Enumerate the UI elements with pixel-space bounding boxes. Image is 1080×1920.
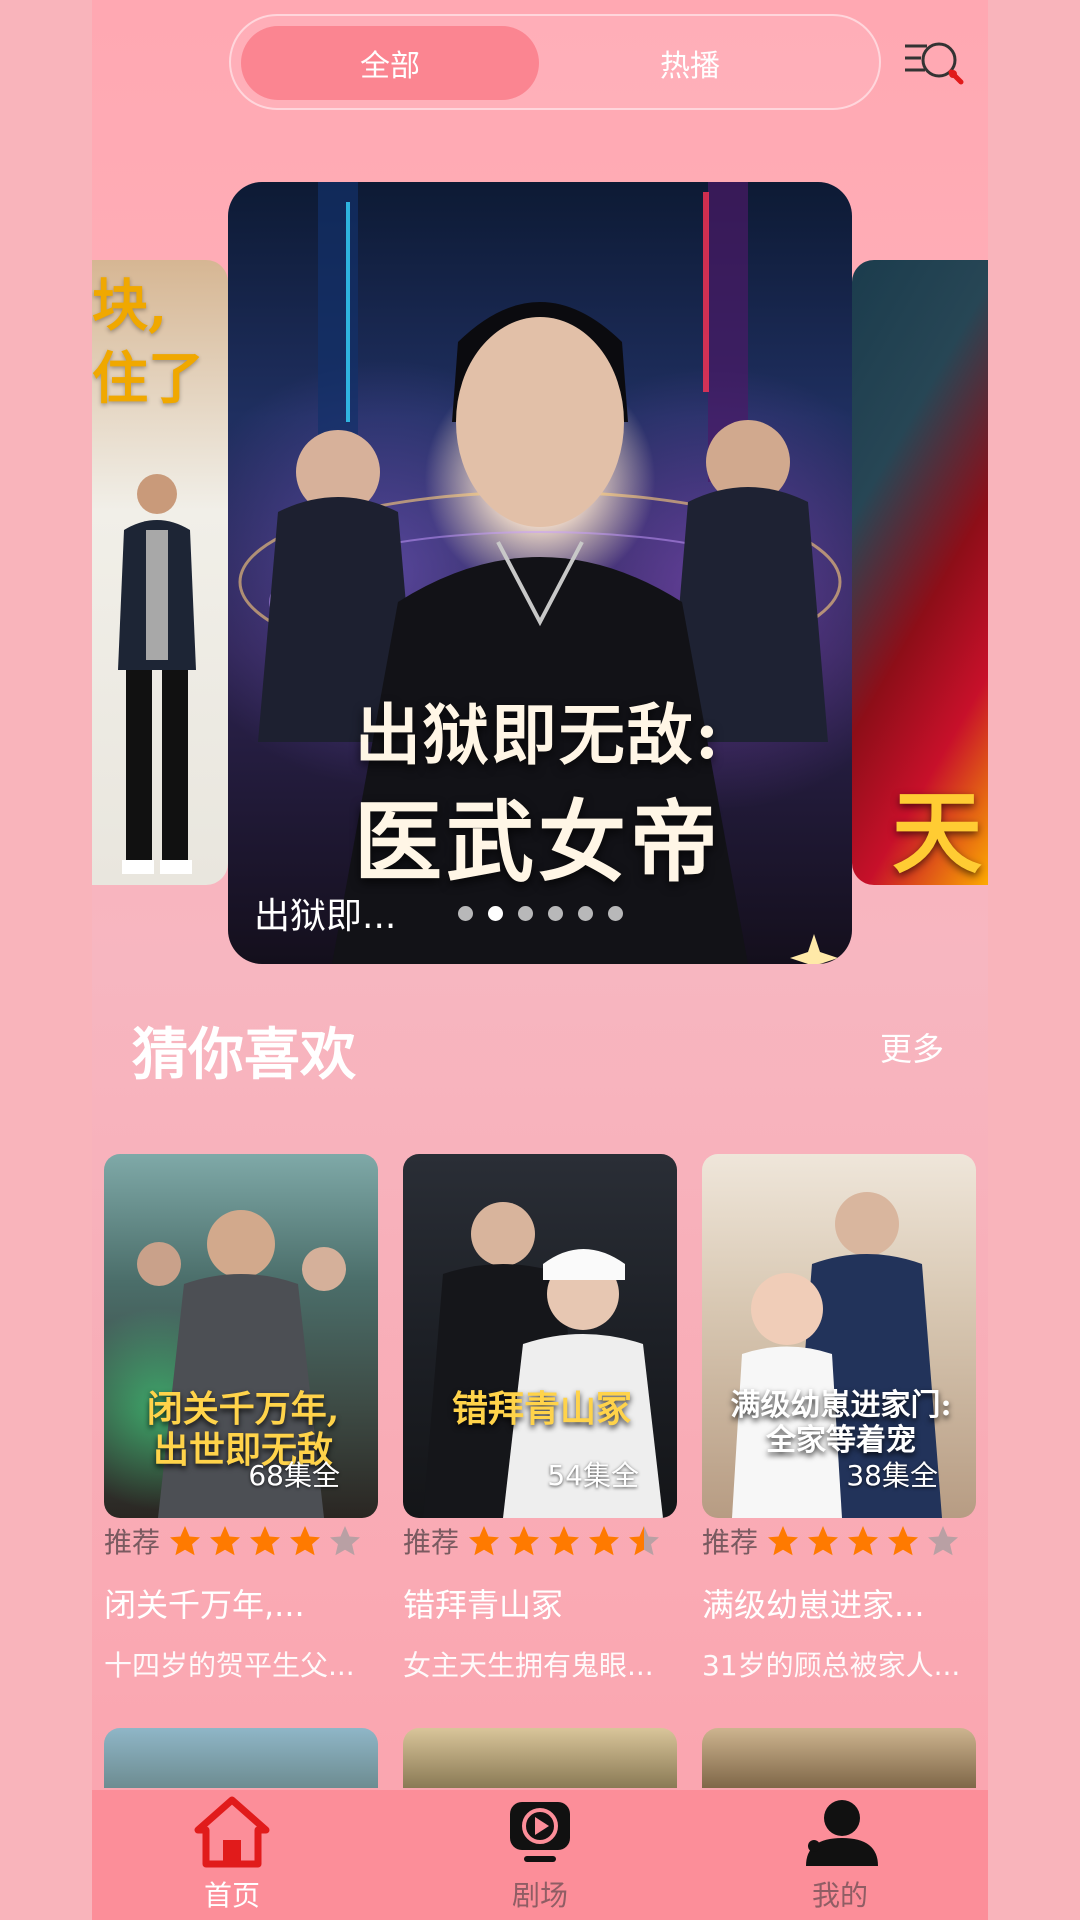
- home-icon: [194, 1796, 270, 1868]
- carousel-main-card[interactable]: 出狱即无敌: 医武女帝 出狱即...: [228, 182, 852, 964]
- carousel-dot-active[interactable]: [488, 906, 503, 921]
- drama-description: 女主天生拥有鬼眼...: [403, 1649, 654, 1682]
- drama-card-partial[interactable]: [403, 1728, 677, 1788]
- nav-item-home[interactable]: 首页: [132, 1790, 332, 1920]
- nav-label: 我的: [811, 1879, 868, 1912]
- tab-all[interactable]: 全部: [241, 26, 539, 100]
- user-icon: [806, 1800, 878, 1866]
- carousel-indicator: [458, 906, 623, 921]
- star-icon: [888, 1526, 919, 1556]
- star-icon: [170, 1526, 201, 1556]
- episode-count: 38集全: [846, 1459, 938, 1492]
- nav-item-profile[interactable]: 我的: [740, 1790, 940, 1920]
- carousel-dot[interactable]: [548, 906, 563, 921]
- recommend-label: 推荐: [104, 1526, 161, 1559]
- drama-card[interactable]: 满级幼崽进家门: 全家等着宠 38集全 推荐 满级幼崽进家... 31岁的顾总被…: [702, 1154, 976, 1684]
- left-margin: [0, 0, 92, 1920]
- carousel-dot[interactable]: [608, 906, 623, 921]
- app-screen: 全部 热播 块, 住了 天 出狱即无敌: 医武女帝 出狱即... 猜你喜欢 更多…: [92, 0, 988, 1920]
- carousel-caption: 出狱即...: [254, 896, 397, 937]
- tab-hot[interactable]: 热播: [541, 26, 839, 100]
- star-icon: [549, 1526, 580, 1556]
- star-icon: [808, 1526, 839, 1556]
- star-icon: [290, 1526, 321, 1556]
- episode-count: 54集全: [547, 1459, 639, 1492]
- hero-title: 出狱即无敌: 医武女帝: [353, 696, 722, 894]
- rating-row: 推荐: [403, 1522, 677, 1560]
- star-icon: [469, 1526, 500, 1556]
- right-margin: [988, 0, 1080, 1920]
- prev-card-title: 块, 住了: [92, 273, 204, 412]
- poster-title: 错拜青山冢: [451, 1388, 632, 1430]
- drama-poster[interactable]: 闭关千万年, 出世即无敌 68集全: [104, 1154, 378, 1518]
- drama-card[interactable]: 错拜青山冢 54集全 推荐 错拜青山冢 女主天生拥有鬼眼...: [403, 1154, 677, 1684]
- next-card-title: 天: [892, 780, 982, 885]
- star-half-icon: [629, 1526, 660, 1556]
- star-icon: [509, 1526, 540, 1556]
- search-list-icon[interactable]: [903, 36, 967, 92]
- drama-card-partial[interactable]: [702, 1728, 976, 1788]
- carousel-dot[interactable]: [518, 906, 533, 921]
- star-empty-icon: [330, 1526, 361, 1556]
- carousel-dot[interactable]: [578, 906, 593, 921]
- more-link[interactable]: 更多: [880, 1024, 944, 1070]
- drama-poster[interactable]: 满级幼崽进家门: 全家等着宠 38集全: [702, 1154, 976, 1518]
- bottom-navigation: 首页 剧场 我的: [92, 1790, 988, 1920]
- play-icon: [510, 1802, 570, 1862]
- episode-count: 68集全: [248, 1459, 340, 1492]
- category-tabbar: 全部 热播: [229, 14, 881, 110]
- drama-title[interactable]: 闭关千万年,...: [104, 1580, 378, 1626]
- recommend-label: 推荐: [403, 1526, 460, 1559]
- poster-title: 满级幼崽进家门: 全家等着宠: [730, 1388, 952, 1458]
- drama-title[interactable]: 错拜青山冢: [403, 1580, 677, 1626]
- recommend-label: 推荐: [702, 1526, 759, 1559]
- drama-poster[interactable]: 错拜青山冢 54集全: [403, 1154, 677, 1518]
- drama-title[interactable]: 满级幼崽进家...: [702, 1580, 976, 1626]
- carousel-next-card[interactable]: 天: [852, 260, 988, 885]
- star-icon: [848, 1526, 879, 1556]
- drama-card[interactable]: 闭关千万年, 出世即无敌 68集全 推荐 闭关千万年,... 十四岁的贺平生父.…: [104, 1154, 378, 1684]
- star-icon: [210, 1526, 241, 1556]
- nav-label: 剧场: [511, 1879, 568, 1912]
- section-title: 猜你喜欢: [132, 1023, 356, 1088]
- rating-row: 推荐: [702, 1522, 976, 1560]
- nav-item-theater[interactable]: 剧场: [440, 1790, 640, 1920]
- drama-card-partial[interactable]: [104, 1728, 378, 1788]
- star-icon: [768, 1526, 799, 1556]
- carousel-prev-card[interactable]: 块, 住了: [92, 260, 228, 885]
- drama-description: 31岁的顾总被家人...: [702, 1649, 961, 1682]
- star-empty-icon: [928, 1526, 959, 1556]
- prev-card-figure: [118, 474, 196, 874]
- carousel-dot[interactable]: [458, 906, 473, 921]
- rating-row: 推荐: [104, 1522, 378, 1560]
- star-icon: [589, 1526, 620, 1556]
- star-icon: [250, 1526, 281, 1556]
- drama-description: 十四岁的贺平生父...: [104, 1649, 355, 1682]
- nav-label: 首页: [203, 1879, 260, 1912]
